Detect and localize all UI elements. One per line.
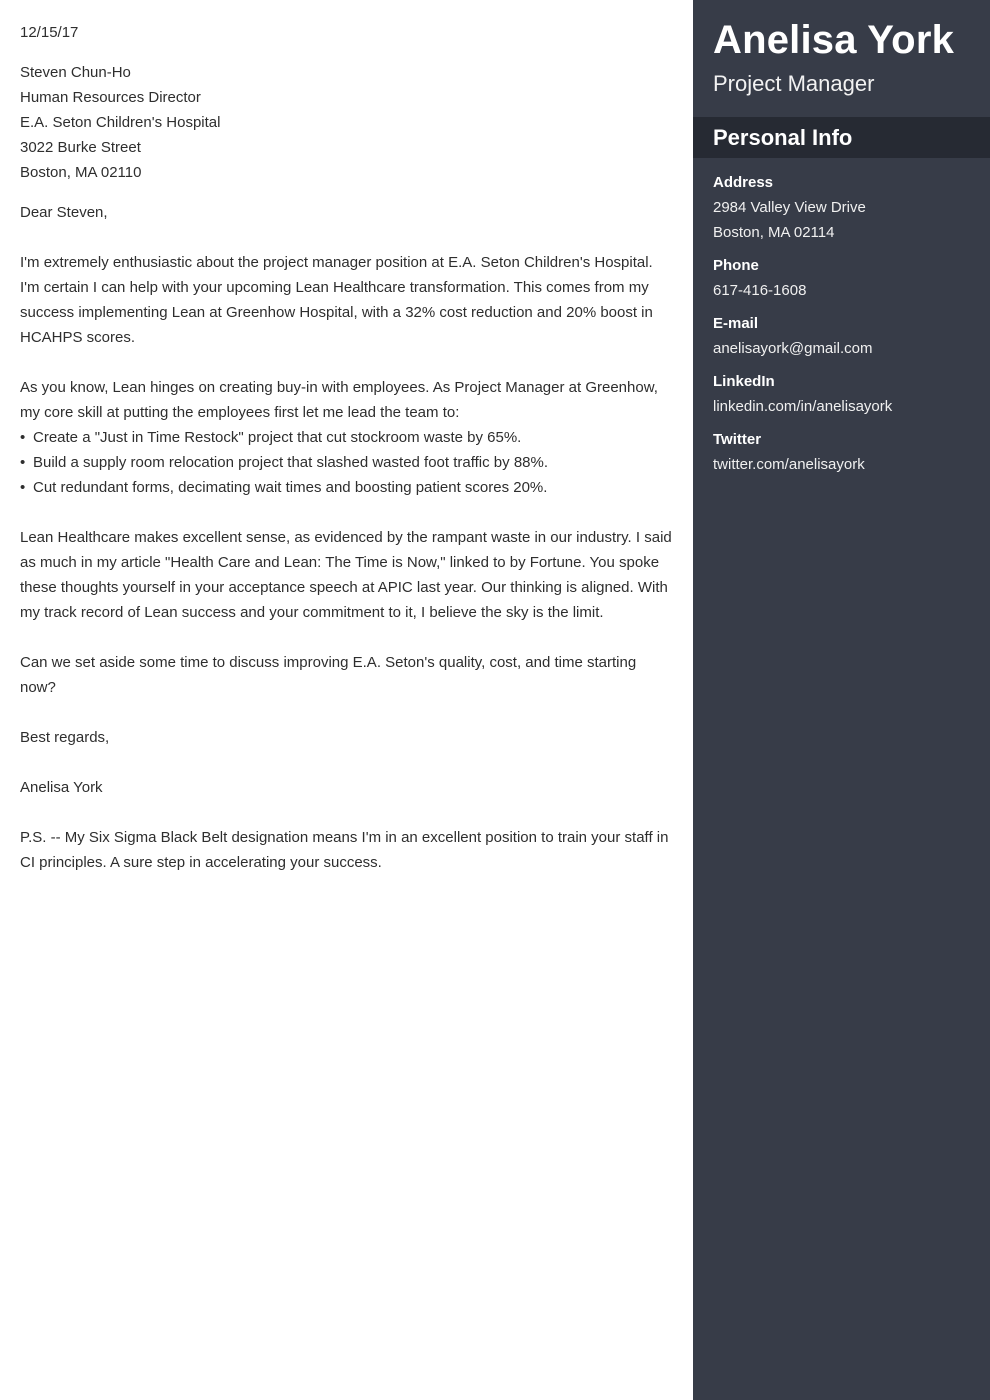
twitter-label: Twitter [713, 431, 762, 448]
personal-info-heading: Personal Info [693, 117, 990, 158]
linkedin-label: LinkedIn [713, 373, 775, 390]
letter-body: 12/15/17 Steven Chun-Ho Human Resources … [0, 0, 693, 1400]
bullet-icon: • [20, 479, 26, 496]
sidebar: Anelisa York Project Manager Personal In… [693, 0, 990, 1400]
list-item: • Build a supply room relocation project … [20, 450, 673, 475]
recipient-block: Steven Chun-Ho Human Resources Director … [20, 60, 673, 185]
address-line-2: Boston, MA 02114 [713, 224, 835, 241]
paragraph-call-to-action: Can we set aside some time to discuss im… [20, 654, 637, 696]
address-line-1: 2984 Valley View Drive [713, 199, 866, 216]
recipient-street: 3022 Burke Street [20, 139, 141, 156]
paragraph-intro: I'm extremely enthusiastic about the pro… [20, 254, 653, 346]
email-label: E-mail [713, 315, 759, 332]
letter-date: 12/15/17 [20, 24, 79, 41]
list-item: • Create a "Just in Time Restock" project… [20, 425, 673, 450]
phone-label: Phone [713, 257, 759, 274]
applicant-title: Project Manager [713, 71, 875, 96]
postscript: P.S. -- My Six Sigma Black Belt designat… [20, 829, 669, 871]
bullet-icon: • [20, 429, 26, 446]
recipient-city: Boston, MA 02110 [20, 164, 142, 181]
email-value: anelisayork@gmail.com [713, 340, 873, 357]
paragraph-alignment: Lean Healthcare makes excellent sense, a… [20, 529, 672, 621]
phone-value: 617-416-1608 [713, 282, 807, 299]
recipient-organization: E.A. Seton Children's Hospital [20, 114, 221, 131]
salutation: Dear Steven, [20, 204, 108, 221]
closing: Best regards, [20, 729, 110, 746]
recipient-name: Steven Chun-Ho [20, 64, 131, 81]
bullet-icon: • [20, 454, 26, 471]
applicant-name: Anelisa York [713, 18, 955, 62]
address-label: Address [713, 174, 774, 191]
twitter-value: twitter.com/anelisayork [713, 456, 865, 473]
linkedin-value: linkedin.com/in/anelisayork [713, 398, 893, 415]
signature: Anelisa York [20, 779, 103, 796]
recipient-title: Human Resources Director [20, 89, 201, 106]
achievements-intro: As you know, Lean hinges on creating buy… [20, 379, 658, 421]
paragraph-achievements: As you know, Lean hinges on creating buy… [20, 375, 673, 500]
list-item: • Cut redundant forms, decimating wait ti… [20, 475, 673, 500]
achievements-list: • Create a "Just in Time Restock" project… [20, 425, 673, 500]
personal-info: Address 2984 Valley View Drive Boston, M… [693, 158, 990, 477]
